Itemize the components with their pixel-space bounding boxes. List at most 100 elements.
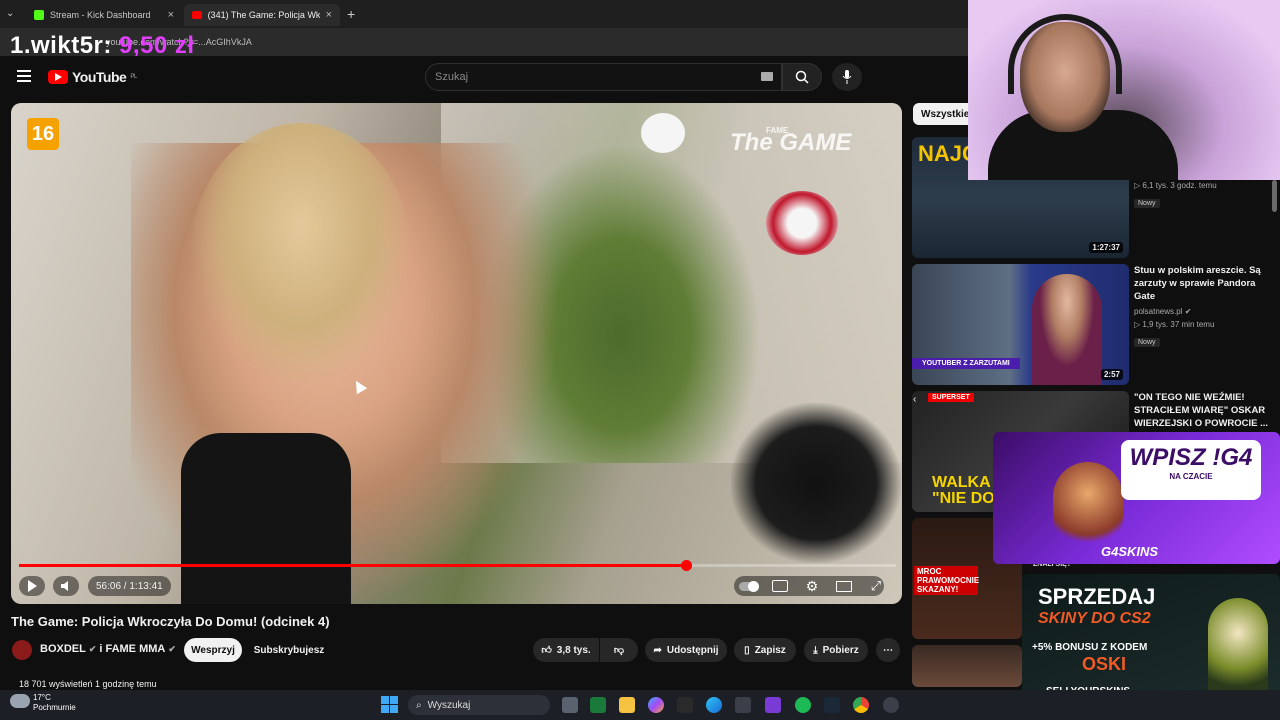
channel-joiner: i xyxy=(99,643,103,655)
sidebar-thumb-2[interactable]: YOUTUBER Z ZARZUTAMI 2:57 xyxy=(912,264,1129,385)
lantern-red xyxy=(766,191,838,255)
play-button[interactable] xyxy=(19,576,45,596)
video-player[interactable] xyxy=(11,103,902,604)
meta-text: 6,1 tys. 3 godz. temu xyxy=(1142,181,1217,190)
taskbar-search[interactable]: ⌕ Wyszukaj xyxy=(408,695,550,715)
app-icon-gear[interactable] xyxy=(883,697,899,713)
progress-fill xyxy=(19,564,686,567)
video-meta: ▷ 1,9 tys. 37 min temu xyxy=(1134,320,1215,329)
video-duration: 1:27:37 xyxy=(1089,242,1123,253)
sidebar-info-3[interactable]: "ON TEGO NIE WEŹMIE! STRACIŁEM WIARĘ" OS… xyxy=(1134,391,1269,430)
fullscreen-icon[interactable]: ⤢ xyxy=(866,576,886,596)
file-explorer-icon[interactable] xyxy=(619,697,635,713)
cloud-icon xyxy=(10,694,30,708)
sidebar-scrollbar[interactable] xyxy=(1272,180,1277,212)
carousel-prev-icon[interactable]: ‹ xyxy=(913,394,916,405)
ad-brand: G4SKINS xyxy=(1101,544,1159,559)
channel-name-2[interactable]: FAME MMA xyxy=(105,643,165,655)
search-button[interactable] xyxy=(782,63,822,91)
channel-name[interactable]: BOXDEL xyxy=(40,643,86,655)
sidebar-info-1[interactable]: ▷ 6,1 tys. 3 godz. temu Nowy xyxy=(1134,179,1269,210)
mascot-figure xyxy=(1053,462,1123,552)
share-button[interactable]: ➦ Udostępnij xyxy=(645,638,727,662)
support-button[interactable]: Wesprzyj xyxy=(184,638,242,662)
sidebar-thumb-5[interactable] xyxy=(912,645,1022,687)
tab-label: (341) The Game: Policja Wkrocz xyxy=(207,10,320,20)
store-icon[interactable] xyxy=(735,697,751,713)
app-icon-dark[interactable] xyxy=(677,697,693,713)
tab-label: Stream - Kick Dashboard xyxy=(50,10,151,20)
video-title: The Game: Policja Wkroczyła Do Domu! (od… xyxy=(11,614,330,629)
app-icon-purple[interactable] xyxy=(765,697,781,713)
save-button[interactable]: ▯ Zapisz xyxy=(734,638,796,662)
weather-widget[interactable]: 17°C Pochmurnie xyxy=(33,693,76,713)
chrome-icon[interactable] xyxy=(853,697,869,713)
theater-mode-icon[interactable] xyxy=(834,576,854,596)
donor-name: 1.wikt5r: xyxy=(10,32,112,59)
thumb-text: MROC PRAWOMOCNIE SKAZANY! xyxy=(914,566,979,595)
spotify-icon[interactable] xyxy=(795,697,811,713)
headset-icon xyxy=(1008,14,1122,94)
ad-line3: +5% BONUSU Z KODEM xyxy=(1032,642,1148,653)
video-title: "ON TEGO NIE WEŹMIE! STRACIŁEM WIARĘ" OS… xyxy=(1134,392,1269,429)
thumb-top-label: SUPERSET xyxy=(928,393,974,402)
download-label: Pobierz xyxy=(822,644,859,656)
windows-start-icon[interactable] xyxy=(381,696,398,713)
thumb-text: YOUTUBER Z ZARZUTAMI xyxy=(912,358,1020,369)
settings-gear-icon[interactable]: ⚙ xyxy=(802,576,822,596)
task-view-icon[interactable] xyxy=(562,697,578,713)
search-placeholder: Szukaj xyxy=(435,71,469,83)
copilot-icon[interactable] xyxy=(648,697,664,713)
edge-icon[interactable] xyxy=(706,697,722,713)
lantern-white xyxy=(641,113,685,153)
video-progress-bar[interactable] xyxy=(19,560,896,571)
sidebar-info-2[interactable]: Stuu w polskim areszcie. Są zarzuty w sp… xyxy=(1134,264,1269,349)
scrubber-handle[interactable] xyxy=(680,560,692,571)
tab-kick-dashboard[interactable]: Stream - Kick Dashboard × xyxy=(26,4,182,26)
more-actions-button[interactable]: ⋯ xyxy=(876,638,900,662)
youtube-logo[interactable]: YouTube PL xyxy=(48,69,137,85)
download-button[interactable]: ⤓ Pobierz xyxy=(804,638,868,662)
verified-icon: ✔ xyxy=(88,643,97,654)
tab-list-chevron-icon[interactable]: ⌄ xyxy=(6,8,14,19)
thumbs-down-icon: 👎︎ xyxy=(613,645,625,656)
like-button[interactable]: 👍︎ 3,8 tys. xyxy=(533,638,599,662)
ad-code: OSKI xyxy=(1082,654,1127,674)
close-tab-icon[interactable]: × xyxy=(326,9,332,21)
subscribed-button[interactable]: Subskrybujesz xyxy=(249,638,329,662)
channel-label: polsatnews.pl xyxy=(1134,307,1183,316)
ad-line1: SPRZEDAJ xyxy=(1038,584,1156,609)
video-frame-hair xyxy=(191,123,411,383)
search-input[interactable]: Szukaj xyxy=(425,63,782,91)
steam-icon[interactable] xyxy=(824,697,840,713)
windows-taskbar xyxy=(0,690,1280,720)
download-icon: ⤓ xyxy=(813,644,818,656)
view-count: 18 701 wyświetleń 1 godzinę temu xyxy=(19,679,157,689)
app-icon-green[interactable] xyxy=(590,697,606,713)
close-tab-icon[interactable]: × xyxy=(168,9,174,21)
presenter-figure xyxy=(1032,274,1102,385)
donation-amount: 9,50 zł xyxy=(119,32,195,59)
youtube-play-icon xyxy=(48,70,68,84)
hamburger-menu-icon[interactable] xyxy=(17,70,31,82)
video-frame-shoe xyxy=(731,403,901,563)
tab-youtube-video[interactable]: (341) The Game: Policja Wkrocz × xyxy=(184,4,340,26)
kick-favicon-icon xyxy=(34,10,44,20)
volume-button[interactable] xyxy=(53,576,79,596)
channel-names[interactable]: BOXDEL ✔ i FAME MMA ✔ xyxy=(40,643,176,655)
video-meta: ▷ 6,1 tys. 3 godz. temu xyxy=(1134,181,1217,190)
subtitles-icon[interactable] xyxy=(770,576,790,596)
autoplay-toggle-icon[interactable] xyxy=(738,576,759,596)
keyboard-icon[interactable] xyxy=(761,72,773,81)
new-badge: Nowy xyxy=(1134,199,1160,208)
ad-speech-bubble: WPISZ !G4 NA CZACIE xyxy=(1121,440,1261,500)
channel-avatar[interactable] xyxy=(12,640,32,660)
g4skins-ad: WPISZ !G4 NA CZACIE G4SKINS xyxy=(993,432,1280,564)
new-tab-plus-icon[interactable]: + xyxy=(347,6,355,22)
age-rating-badge: 16 xyxy=(27,118,59,150)
voice-search-button[interactable] xyxy=(832,63,862,91)
dislike-button[interactable]: 👎︎ xyxy=(600,638,638,662)
fame-game-watermark: FAME The GAME xyxy=(730,126,851,157)
weather-desc: Pochmurnie xyxy=(33,703,76,712)
watermark-text: The GAME xyxy=(730,129,852,156)
